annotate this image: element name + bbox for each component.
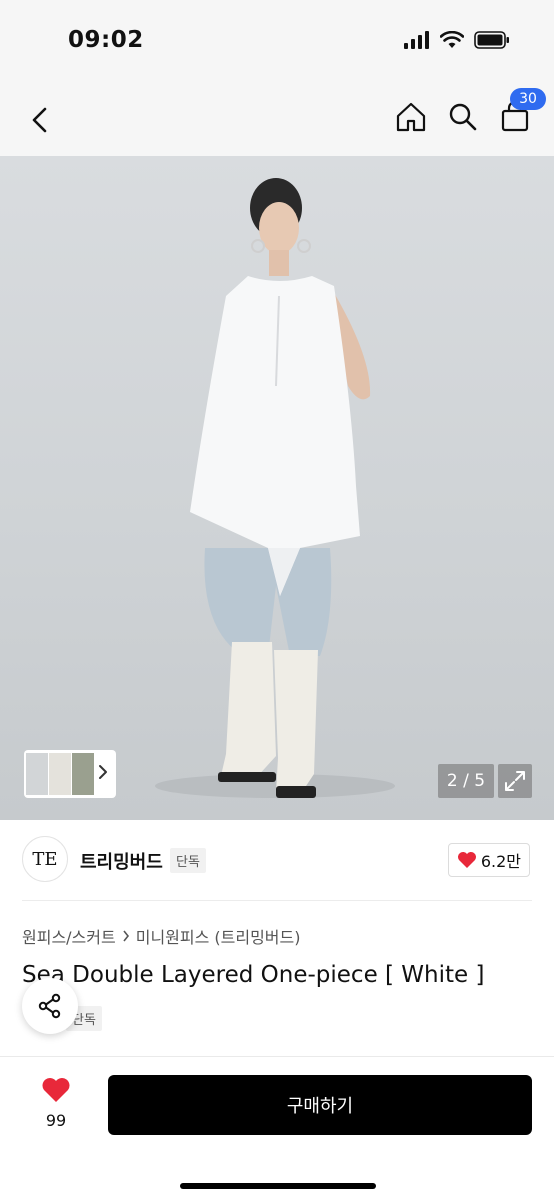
- status-bar: 09:02: [0, 0, 554, 84]
- buy-button[interactable]: 구매하기: [108, 1075, 532, 1135]
- heart-icon: [457, 852, 476, 868]
- bottom-purchase-bar: 99 구매하기: [0, 1056, 554, 1201]
- chevron-left-icon: [32, 107, 47, 133]
- thumbnail-3[interactable]: [72, 753, 94, 795]
- home-button[interactable]: [394, 100, 428, 134]
- brand-like-button[interactable]: 6.2만: [447, 843, 530, 877]
- search-icon: [449, 103, 477, 131]
- product-image-gallery[interactable]: 2 / 5: [0, 156, 554, 820]
- chevron-right-icon[interactable]: [98, 764, 108, 784]
- brand-name[interactable]: 트리밍버드: [80, 848, 163, 874]
- cart-count-badge: 30: [510, 88, 546, 110]
- thumbnail-2[interactable]: [49, 753, 71, 795]
- expand-icon: [505, 771, 525, 791]
- chevron-right-icon: [122, 927, 130, 946]
- nav-actions: 30: [394, 88, 546, 134]
- breadcrumb: 원피스/스커트 미니원피스 (트리밍버드): [22, 924, 301, 948]
- exclusive-badge: 단독: [170, 848, 206, 873]
- share-icon: [38, 993, 61, 1019]
- breadcrumb-category[interactable]: 원피스/스커트: [22, 924, 116, 948]
- home-icon: [396, 102, 426, 132]
- back-button[interactable]: [22, 102, 58, 138]
- product-title: Sea Double Layered One-piece [ White ]: [22, 962, 485, 988]
- divider: [22, 900, 532, 901]
- thumbnail-1[interactable]: [26, 753, 48, 795]
- brand-row[interactable]: TE 트리밍버드 단독 6.2만: [22, 836, 532, 884]
- cart-button[interactable]: 30: [498, 88, 546, 134]
- nav-bar: 30: [0, 84, 554, 156]
- wishlist-count: 99: [45, 1111, 67, 1130]
- breadcrumb-subcategory[interactable]: 미니원피스 (트리밍버드): [136, 924, 301, 948]
- heart-icon: [42, 1078, 70, 1102]
- home-indicator: [180, 1183, 376, 1189]
- share-button[interactable]: [22, 978, 78, 1034]
- wishlist-button[interactable]: 99: [36, 1077, 76, 1130]
- brand-logo[interactable]: TE: [22, 836, 68, 882]
- battery-icon: [474, 31, 510, 53]
- status-time: 09:02: [68, 27, 144, 53]
- image-page-counter: 2 / 5: [438, 764, 494, 798]
- product-photo: [155, 178, 395, 798]
- status-icons: [404, 30, 510, 53]
- search-button[interactable]: [446, 100, 480, 134]
- fullscreen-button[interactable]: [498, 764, 532, 798]
- wifi-icon: [439, 30, 465, 53]
- thumbnail-strip[interactable]: [24, 750, 116, 798]
- brand-like-count: 6.2만: [480, 852, 521, 871]
- cellular-signal-icon: [404, 31, 430, 53]
